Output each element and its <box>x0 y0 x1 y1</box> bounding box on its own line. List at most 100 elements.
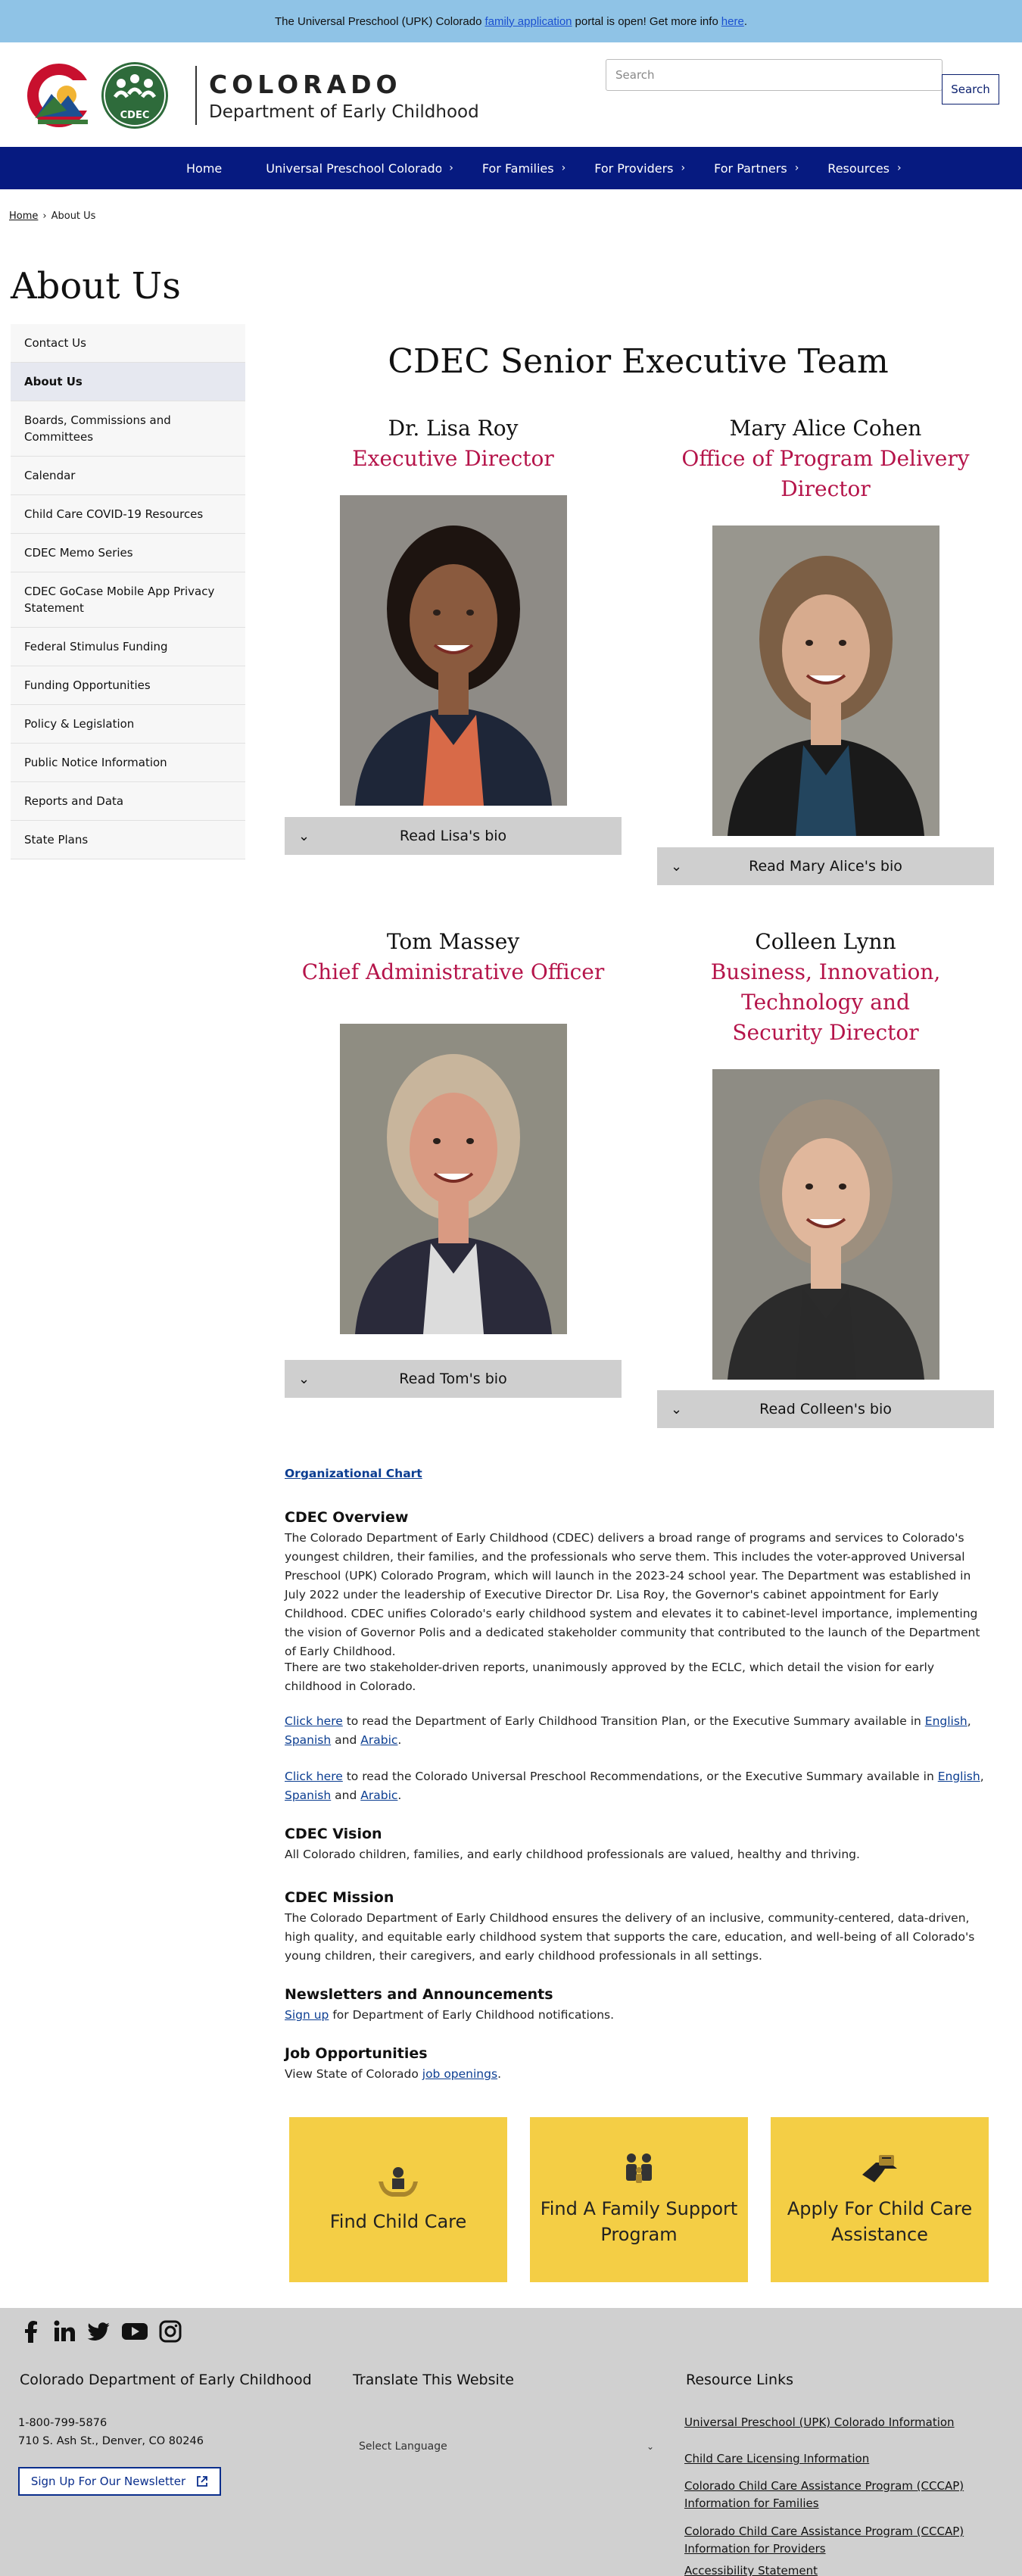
sidebar-item-funding[interactable]: Funding Opportunities <box>11 666 245 705</box>
transition-plan-text: to read the Department of Early Childhoo… <box>346 1714 921 1728</box>
alert-text-end: . <box>743 14 747 28</box>
card-apply-assistance[interactable]: Apply For Child Care Assistance <box>771 2117 989 2282</box>
newsletter-signup-link[interactable]: Sign up <box>285 2008 329 2022</box>
upk-recommendations-link[interactable]: Click here <box>285 1770 343 1783</box>
breadcrumb: Home › About Us <box>9 211 95 222</box>
sidebar-item-state-plans[interactable]: State Plans <box>11 821 245 859</box>
sidebar-item-memo-series[interactable]: CDEC Memo Series <box>11 534 245 572</box>
period-text: . <box>397 1789 402 1802</box>
org-chart-link[interactable]: Organizational Chart <box>285 1467 422 1480</box>
transition-plan-paragraph: Click here to read the Department of Ear… <box>285 1712 992 1750</box>
bio-button-label: Read Mary Alice's bio <box>749 858 902 875</box>
sidebar-item-policy[interactable]: Policy & Legislation <box>11 705 245 744</box>
read-bio-button[interactable]: ⌄ Read Tom's bio <box>285 1360 622 1398</box>
site-logo[interactable]: CDEC COLORADO Department of Early Childh… <box>21 58 479 133</box>
nav-item-universal-preschool[interactable]: Universal Preschool Colorado › <box>266 161 453 176</box>
chevron-right-icon: › <box>449 162 453 174</box>
nav-item-home[interactable]: Home <box>186 161 222 176</box>
card-find-child-care[interactable]: Find Child Care <box>289 2117 507 2282</box>
sidebar-item-federal-stimulus[interactable]: Federal Stimulus Funding <box>11 628 245 666</box>
read-bio-button[interactable]: ⌄ Read Colleen's bio <box>657 1390 994 1428</box>
vision-section: CDEC Vision All Colorado children, famil… <box>285 1825 992 1864</box>
twitter-icon[interactable] <box>86 2320 111 2343</box>
sidebar-item-public-notice[interactable]: Public Notice Information <box>11 744 245 782</box>
resource-link-upk[interactable]: Universal Preschool (UPK) Colorado Infor… <box>684 2414 972 2431</box>
card-label: Find A Family Support Program <box>540 2198 738 2245</box>
newsletter-button-label: Sign Up For Our Newsletter <box>30 2475 186 2488</box>
jobs-period: . <box>497 2067 501 2081</box>
job-openings-link[interactable]: job openings <box>422 2067 497 2081</box>
upk-recommendations-text: to read the Colorado Universal Preschool… <box>346 1770 934 1783</box>
search-button[interactable]: Search <box>942 74 999 104</box>
portrait-image <box>339 1024 567 1334</box>
member-photo <box>339 1024 567 1334</box>
nav-item-for-providers[interactable]: For Providers › <box>594 161 685 176</box>
bio-button-label: Read Colleen's bio <box>759 1401 892 1417</box>
youtube-icon[interactable] <box>121 2320 148 2343</box>
team-member: Colleen Lynn Business, Innovation, Techn… <box>657 927 994 1380</box>
spanish-link[interactable]: Spanish <box>285 1733 331 1747</box>
linkedin-icon[interactable] <box>53 2320 76 2343</box>
read-bio-button[interactable]: ⌄ Read Mary Alice's bio <box>657 847 994 885</box>
nav-item-for-families[interactable]: For Families › <box>482 161 566 176</box>
english-link[interactable]: English <box>925 1714 967 1728</box>
mission-text: The Colorado Department of Early Childho… <box>285 1911 975 1963</box>
nav-item-resources[interactable]: Resources › <box>827 161 901 176</box>
alert-text: The Universal Preschool (UPK) Colorado <box>275 14 482 28</box>
arabic-link[interactable]: Arabic <box>360 1733 397 1747</box>
resource-link-cccap-families[interactable]: Colorado Child Care Assistance Program (… <box>684 2478 972 2512</box>
card-find-family-support[interactable]: Find A Family Support Program <box>530 2117 748 2282</box>
resource-link-licensing[interactable]: Child Care Licensing Information <box>684 2450 972 2468</box>
spanish-link[interactable]: Spanish <box>285 1789 331 1802</box>
colorado-logo-icon: CDEC <box>27 62 168 129</box>
nav-label: For Families <box>481 161 554 176</box>
portrait-face <box>781 1138 870 1250</box>
nav-item-for-partners[interactable]: For Partners › <box>714 161 799 176</box>
chevron-down-icon: ⌄ <box>298 1371 310 1387</box>
search-input[interactable] <box>606 59 943 91</box>
sidebar-item-calendar[interactable]: Calendar <box>11 457 245 495</box>
alert-here-link[interactable]: here <box>721 15 744 28</box>
breadcrumb-home-link[interactable]: Home <box>9 211 38 222</box>
sidebar-item-about-us[interactable]: About Us <box>11 363 245 401</box>
portrait-image <box>712 525 939 836</box>
search-form: Search <box>606 59 999 104</box>
sidebar-item-reports[interactable]: Reports and Data <box>11 782 245 821</box>
team-member: Tom Massey Chief Administrative Officer <box>285 927 622 1334</box>
sidebar-item-contact-us[interactable]: Contact Us <box>11 324 245 363</box>
team-member: Dr. Lisa Roy Executive Director <box>285 413 622 806</box>
resource-link-cccap-providers[interactable]: Colorado Child Care Assistance Program (… <box>684 2523 972 2558</box>
transition-plan-link[interactable]: Click here <box>285 1714 343 1728</box>
member-role: Business, Innovation, Technology and Sec… <box>710 959 941 1045</box>
arabic-link[interactable]: Arabic <box>360 1789 397 1802</box>
english-link[interactable]: English <box>938 1770 980 1783</box>
page-title: About Us <box>11 265 181 307</box>
newsletter-signup-button[interactable]: Sign Up For Our Newsletter <box>18 2467 221 2496</box>
footer-address: 710 S. Ash St., Denver, CO 80246 <box>18 2435 204 2447</box>
member-role: Executive Director <box>352 446 554 471</box>
footer-resources-title: Resource Links <box>686 2372 793 2388</box>
facebook-icon[interactable] <box>21 2320 42 2343</box>
member-name: Mary Alice Cohen <box>729 416 922 441</box>
logo-department: Department of Early Childhood <box>209 101 479 122</box>
upk-recommendations-paragraph: Click here to read the Colorado Universa… <box>285 1767 992 1805</box>
chevron-right-icon: › <box>794 162 799 174</box>
period-text: . <box>397 1733 402 1747</box>
nav-label: For Partners <box>714 161 787 176</box>
site-header: CDEC COLORADO Department of Early Childh… <box>0 42 1022 147</box>
breadcrumb-separator: › <box>42 211 47 222</box>
sidebar-item-covid-resources[interactable]: Child Care COVID-19 Resources <box>11 495 245 534</box>
main-nav: Home Universal Preschool Colorado › For F… <box>0 147 1022 189</box>
read-bio-button[interactable]: ⌄ Read Lisa's bio <box>285 817 622 855</box>
chevron-down-icon: ⌄ <box>671 1401 683 1417</box>
language-select[interactable]: Select Language ⌄ <box>354 2434 657 2459</box>
reports-paragraph: There are two stakeholder-driven reports… <box>285 1661 935 1693</box>
family-application-link[interactable]: family application <box>485 15 572 28</box>
resource-link-accessibility[interactable]: Accessibility Statement <box>684 2562 972 2576</box>
instagram-icon[interactable] <box>159 2320 182 2343</box>
comma-text: , <box>980 1770 984 1783</box>
sidebar-item-boards[interactable]: Boards, Commissions and Committees <box>11 401 245 457</box>
sidebar-item-gocase-privacy[interactable]: CDEC GoCase Mobile App Privacy Statement <box>11 572 245 628</box>
portrait-eye <box>466 1138 474 1144</box>
jobs-text: View State of Colorado <box>285 2067 419 2081</box>
